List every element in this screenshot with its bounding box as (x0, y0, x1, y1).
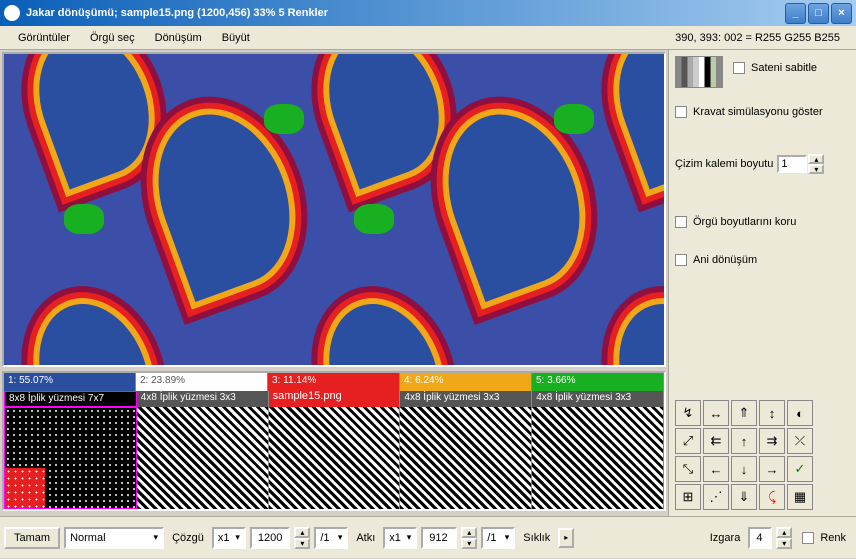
swatch-1-pct[interactable]: 1: 55.07% (4, 373, 136, 391)
window-title: Jakar dönüşümü; sample15.png (1200,456) … (26, 7, 785, 19)
warp-x[interactable]: x1 (212, 527, 246, 549)
menu-goruntuler[interactable]: Görüntüler (8, 29, 80, 47)
menu-buyut[interactable]: Büyüt (212, 29, 260, 47)
weft-count[interactable]: 912 (421, 527, 457, 549)
tool-14[interactable]: ✓ (787, 456, 813, 482)
tool-11[interactable]: ← (703, 456, 729, 482)
swatch-4[interactable] (400, 407, 532, 509)
mode-dropdown[interactable]: Normal (64, 527, 164, 549)
swatch-pattern-row (4, 407, 664, 509)
maximize-button[interactable]: □ (808, 3, 829, 24)
grid-value[interactable]: 4 (748, 527, 772, 549)
tool-19[interactable]: ▦ (787, 484, 813, 510)
pen-size-label: Çizim kalemi boyutu (675, 158, 773, 170)
color-palette[interactable] (675, 56, 723, 88)
swatch-4-label: 4x8 İplik yüzmesi 3x3 (400, 391, 532, 407)
swatch-3-pct[interactable]: 3: 11.14% (268, 373, 400, 391)
tool-7[interactable]: ↑ (731, 428, 757, 454)
swatch-3[interactable] (269, 407, 401, 509)
menu-orgu-sec[interactable]: Örgü seç (80, 29, 145, 47)
swatch-label-row: 8x8 İplik yüzmesi 7x7 4x8 İplik yüzmesi … (4, 391, 664, 407)
instant-checkbox[interactable] (675, 254, 687, 266)
weft-x[interactable]: x1 (383, 527, 417, 549)
tool-0[interactable]: ↯ (675, 400, 701, 426)
app-icon (4, 5, 20, 21)
weave-swatches: 1: 55.07% 2: 23.89% 3: 11.14% 4: 6.24% 5… (2, 371, 666, 511)
tool-6[interactable]: ⇇ (703, 428, 729, 454)
show-tie-label: Kravat simülasyonu göster (693, 106, 823, 118)
fix-satin-label: Sateni sabitle (751, 62, 817, 74)
cursor-coords: 390, 393: 002 = R255 G255 B255 (675, 32, 848, 44)
grid-up[interactable]: ▴ (776, 527, 792, 538)
pen-down[interactable]: ▾ (808, 164, 824, 174)
keep-size-label: Örgü boyutlarını koru (693, 216, 796, 228)
color-label: Renk (820, 532, 846, 544)
warp-up[interactable]: ▴ (294, 527, 310, 538)
pen-up[interactable]: ▴ (808, 154, 824, 164)
fix-satin-checkbox[interactable] (733, 62, 745, 74)
title-bar: Jakar dönüşümü; sample15.png (1200,456) … (0, 0, 856, 26)
warp-div[interactable]: /1 (314, 527, 348, 549)
tool-2[interactable]: ⇑ (731, 400, 757, 426)
tool-1[interactable]: ↔ (703, 400, 729, 426)
tool-13[interactable]: → (759, 456, 785, 482)
grid-label: Izgara (706, 532, 745, 544)
tool-9[interactable]: ⤫ (787, 428, 813, 454)
tool-15[interactable]: ⊞ (675, 484, 701, 510)
cycle-button[interactable]: ▸ (558, 528, 574, 548)
cycle-label: Sıklık (519, 532, 554, 544)
ok-button[interactable]: Tamam (4, 527, 60, 549)
warp-count[interactable]: 1200 (250, 527, 290, 549)
tool-17[interactable]: ⇓ (731, 484, 757, 510)
swatch-5-label: 4x8 İplik yüzmesi 3x3 (532, 391, 664, 407)
weft-label: Atkı (352, 532, 379, 544)
swatch-2-label: 4x8 İplik yüzmesi 3x3 (137, 391, 269, 407)
main-area: 1: 55.07% 2: 23.89% 3: 11.14% 4: 6.24% 5… (0, 50, 856, 516)
tool-18[interactable]: ⤹ (759, 484, 785, 510)
tool-10[interactable]: ⤡ (675, 456, 701, 482)
tool-5[interactable]: ⤢ (675, 428, 701, 454)
pattern-canvas[interactable] (2, 52, 666, 367)
left-pane: 1: 55.07% 2: 23.89% 3: 11.14% 4: 6.24% 5… (0, 50, 668, 516)
weft-dn[interactable]: ▾ (461, 538, 477, 549)
swatch-1[interactable] (4, 407, 137, 509)
window-buttons: _ □ × (785, 3, 852, 24)
pen-size-input[interactable] (777, 155, 807, 173)
menu-bar: Görüntüler Örgü seç Dönüşüm Büyüt 390, 3… (0, 26, 856, 50)
swatch-5-pct[interactable]: 5: 3.66% (532, 373, 664, 391)
tool-4[interactable]: ◐ (787, 400, 813, 426)
tool-grid: ↯ ↔ ⇑ ↕ ◐ ⤢ ⇇ ↑ ⇉ ⤫ ⤡ ← ↓ → ✓ ⊞ ⋰ ⇓ ⤹ ▦ (675, 400, 850, 510)
right-panel: Sateni sabitle Kravat simülasyonu göster… (668, 50, 856, 516)
color-checkbox[interactable] (802, 532, 814, 544)
swatch-2[interactable] (137, 407, 269, 509)
close-button[interactable]: × (831, 3, 852, 24)
weft-up[interactable]: ▴ (461, 527, 477, 538)
tool-16[interactable]: ⋰ (703, 484, 729, 510)
grid-dn[interactable]: ▾ (776, 538, 792, 549)
tool-3[interactable]: ↕ (759, 400, 785, 426)
keep-size-checkbox[interactable] (675, 216, 687, 228)
tool-8[interactable]: ⇉ (759, 428, 785, 454)
weft-div[interactable]: /1 (481, 527, 515, 549)
instant-label: Ani dönüşüm (693, 254, 757, 266)
swatch-3-label: sample15.png (269, 391, 401, 407)
minimize-button[interactable]: _ (785, 3, 806, 24)
swatch-4-pct[interactable]: 4: 6.24% (400, 373, 532, 391)
swatch-header-row: 1: 55.07% 2: 23.89% 3: 11.14% 4: 6.24% 5… (4, 373, 664, 391)
swatch-2-pct[interactable]: 2: 23.89% (136, 373, 268, 391)
swatch-1-label: 8x8 İplik yüzmesi 7x7 (4, 391, 137, 407)
bottom-bar: Tamam Normal Çözgü x1 1200 ▴▾ /1 Atkı x1… (0, 516, 856, 558)
tool-12[interactable]: ↓ (731, 456, 757, 482)
menu-donusum[interactable]: Dönüşüm (145, 29, 212, 47)
swatch-5[interactable] (532, 407, 664, 509)
warp-dn[interactable]: ▾ (294, 538, 310, 549)
show-tie-checkbox[interactable] (675, 106, 687, 118)
warp-label: Çözgü (168, 532, 208, 544)
